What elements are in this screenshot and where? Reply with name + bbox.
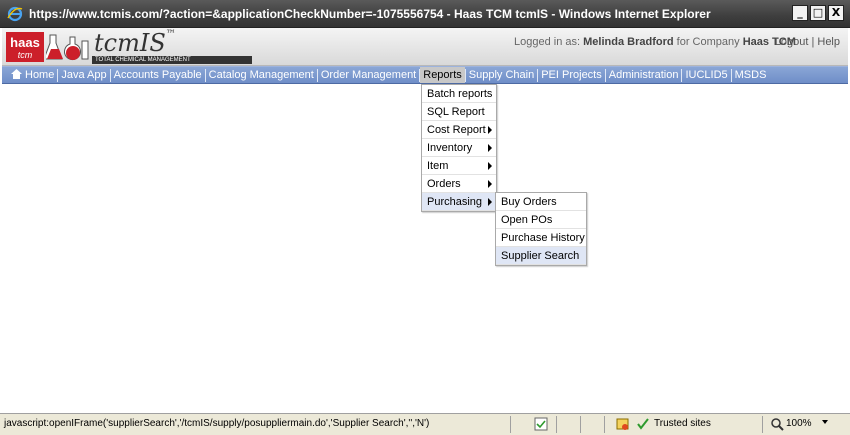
page-status-icon[interactable]	[534, 417, 548, 431]
menu-item-purchasing[interactable]: Purchasing	[422, 193, 496, 211]
haas-logo: haas tcm	[6, 32, 44, 62]
zoom-dropdown-icon[interactable]	[822, 420, 828, 424]
submenu-arrow-icon	[488, 126, 492, 134]
menu-item-item[interactable]: Item	[422, 157, 496, 175]
home-icon	[11, 69, 22, 79]
purchasing-submenu: Buy Orders Open POs Purchase History Sup…	[495, 192, 587, 266]
menu-item-orders[interactable]: Orders	[422, 175, 496, 193]
status-divider	[604, 416, 605, 433]
nav-pei-projects[interactable]: PEI Projects	[538, 67, 605, 83]
close-button[interactable]: X	[828, 5, 844, 21]
status-divider	[556, 416, 557, 433]
status-bar: javascript:openIFrame('supplierSearch','…	[0, 413, 850, 435]
nav-catalog-management[interactable]: Catalog Management	[206, 67, 317, 83]
brand-name: tcmIS™	[94, 29, 176, 57]
flask-logo-icon	[46, 34, 89, 61]
reports-menu: Batch reports SQL Report Cost Report Inv…	[421, 84, 497, 212]
nav-order-management[interactable]: Order Management	[318, 67, 419, 83]
brand-tagline: TOTAL CHEMICAL MANAGEMENT	[92, 56, 252, 64]
zoom-icon[interactable]	[770, 417, 784, 431]
nav-accounts-payable[interactable]: Accounts Payable	[111, 67, 205, 83]
logout-link[interactable]: Logout	[775, 36, 809, 48]
menu-item-supplier-search[interactable]: Supplier Search	[496, 247, 586, 265]
menu-item-buy-orders[interactable]: Buy Orders	[496, 193, 586, 211]
logo-tcm-text: tcm	[17, 50, 33, 60]
protected-mode-icon[interactable]	[616, 417, 630, 431]
menu-item-inventory[interactable]: Inventory	[422, 139, 496, 157]
nav-iuclid5[interactable]: IUCLID5	[682, 67, 730, 83]
nav-administration[interactable]: Administration	[606, 67, 682, 83]
menu-item-purchase-history[interactable]: Purchase History	[496, 229, 586, 247]
nav-reports[interactable]: Reports	[420, 67, 465, 83]
header-links: Logout | Help	[774, 36, 840, 48]
nav-msds[interactable]: MSDS	[732, 67, 770, 83]
status-url: javascript:openIFrame('supplierSearch','…	[4, 418, 430, 429]
menu-item-sql-report[interactable]: SQL Report	[422, 103, 496, 121]
help-link[interactable]: Help	[817, 36, 840, 48]
minimize-button[interactable]: _	[792, 5, 808, 21]
nav-java-app[interactable]: Java App	[58, 67, 109, 83]
submenu-arrow-icon	[488, 198, 492, 206]
menu-item-cost-report[interactable]: Cost Report	[422, 121, 496, 139]
security-zone[interactable]: Trusted sites	[654, 418, 711, 429]
maximize-button[interactable]: □	[810, 5, 826, 21]
menu-item-batch-reports[interactable]: Batch reports	[422, 85, 496, 103]
zoom-level[interactable]: 100%	[786, 418, 812, 429]
status-divider	[510, 416, 511, 433]
user-name: Melinda Bradford	[583, 36, 674, 48]
status-divider	[580, 416, 581, 433]
nav-supply-chain[interactable]: Supply Chain	[466, 67, 537, 83]
nav-home[interactable]: Home	[8, 67, 57, 83]
status-divider	[762, 416, 763, 433]
submenu-arrow-icon	[488, 162, 492, 170]
logo-haas-text: haas	[10, 35, 40, 50]
window-title: https://www.tcmis.com/?action=&applicati…	[29, 6, 711, 21]
trusted-check-icon	[637, 418, 649, 430]
app-header: haas tcm tcmIS™ TOTAL CHEMICAL MANAGEMEN…	[2, 28, 848, 66]
login-info: Logged in as: Melinda Bradford for Compa…	[514, 36, 796, 48]
menu-item-open-pos[interactable]: Open POs	[496, 211, 586, 229]
submenu-arrow-icon	[488, 144, 492, 152]
submenu-arrow-icon	[488, 180, 492, 188]
internet-explorer-icon	[7, 6, 23, 21]
main-nav: Home Java App Accounts Payable Catalog M…	[2, 66, 848, 84]
window-title-bar: https://www.tcmis.com/?action=&applicati…	[0, 0, 850, 28]
